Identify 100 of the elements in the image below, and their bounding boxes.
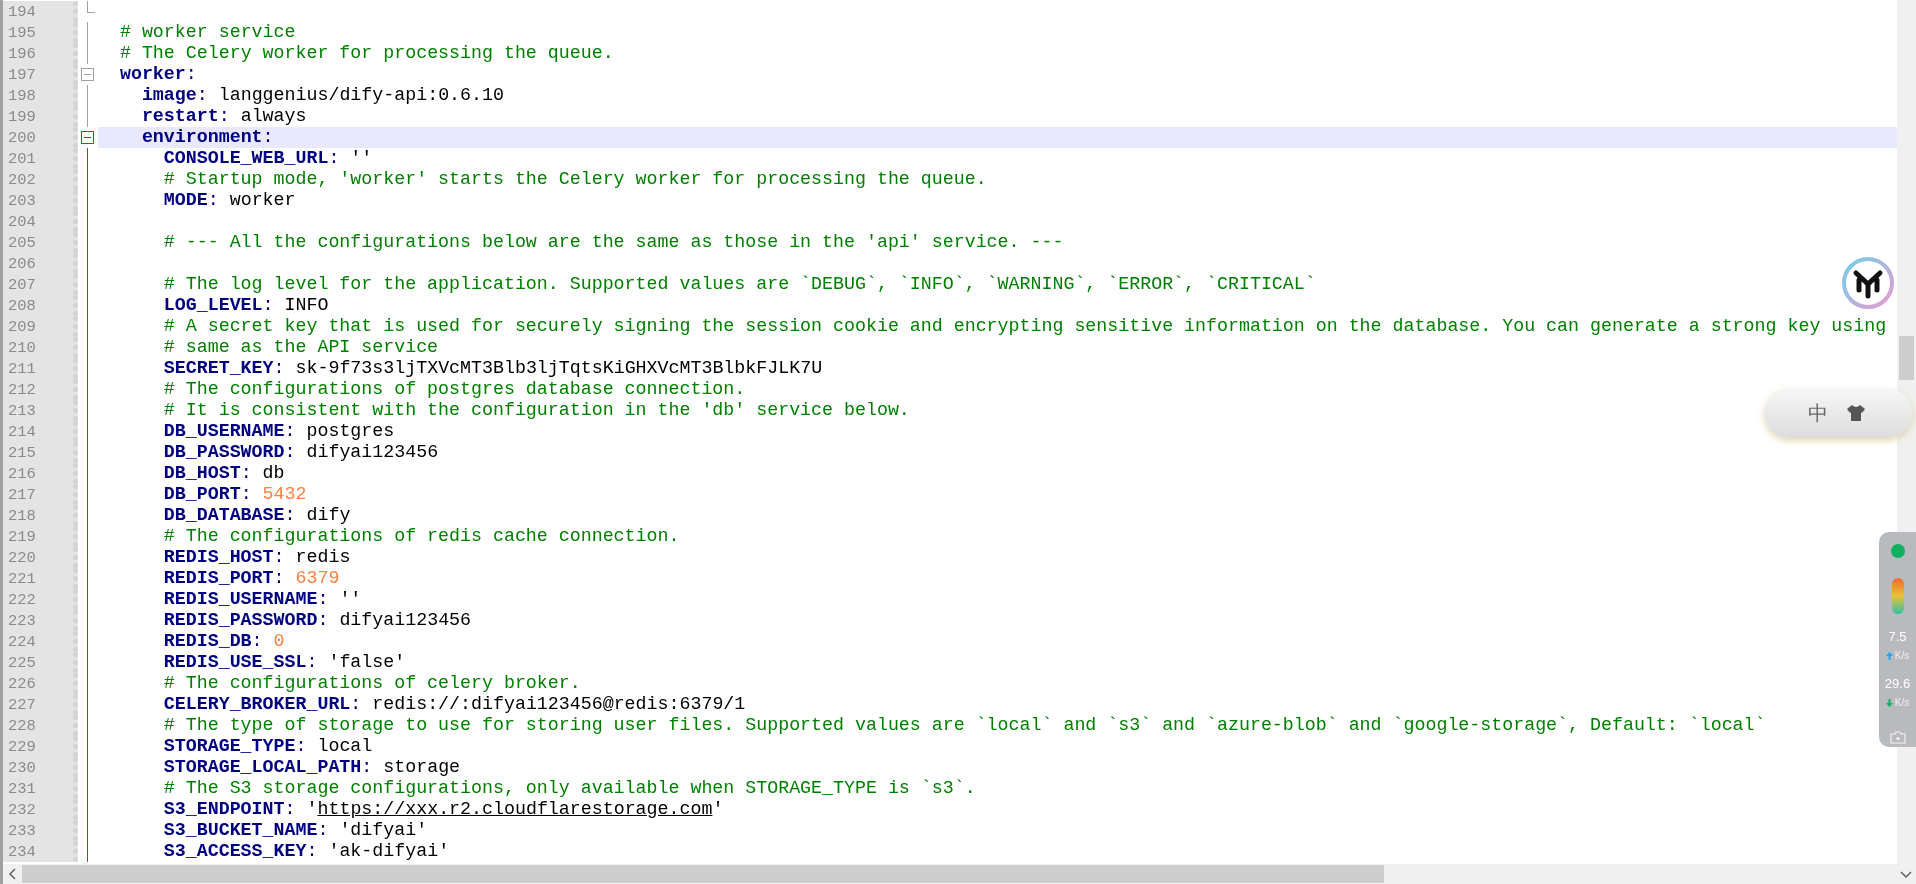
yaml-value: postgres [306, 421, 395, 441]
yaml-key: CELERY_BROKER_URL [163, 694, 351, 714]
colon: : [350, 694, 362, 714]
yaml-value: 'difyai' [339, 820, 428, 840]
colon: : [328, 148, 340, 168]
line-number: 212 [8, 380, 36, 399]
yaml-value: INFO [284, 295, 329, 315]
line-number: 222 [8, 590, 36, 609]
url-link[interactable]: https://xxx.r2.cloudflarestorage.com [317, 799, 713, 819]
collapse-marker-icon[interactable] [81, 68, 94, 81]
yaml-key: STORAGE_LOCAL_PATH [163, 757, 362, 777]
down-arrow-icon [1885, 698, 1893, 707]
code-comment: # --- All the configurations below are the same as those in the 'api' service. --- [163, 232, 1064, 252]
code-comment: # The type of storage to use for storing user files. Supported values are `local` and `s3` and `azure-blob` and `google-storage`, Default: `local` [163, 715, 1766, 735]
code-comment: # The S3 storage configurations, only available when STORAGE_TYPE is `s3`. [163, 778, 976, 798]
line-number: 199 [8, 107, 36, 126]
yaml-value: always [240, 106, 307, 126]
yaml-value: '' [350, 148, 373, 168]
colon: : [284, 799, 296, 819]
yaml-value: ' [306, 799, 318, 819]
line-number: 220 [8, 548, 36, 567]
line-number: 208 [8, 296, 36, 315]
colon: : [240, 484, 252, 504]
code-comment: # The log level for the application. Supported values are `DEBUG`, `INFO`, `WARNING`, `ERROR`, `CRITICAL` [163, 274, 1316, 294]
yaml-key: SECRET_KEY [163, 358, 274, 378]
yaml-key: REDIS_DB [163, 631, 252, 651]
code-comment: # The Celery worker for processing the queue. [119, 43, 614, 63]
line-number: 218 [8, 506, 36, 525]
yaml-key: REDIS_HOST [163, 547, 274, 567]
up-arrow-icon [1885, 651, 1893, 660]
yaml-value: langgenius/dify-api:0.6.10 [218, 85, 504, 105]
colon: : [262, 127, 274, 147]
code-comment: # The configurations of postgres database connection. [163, 379, 746, 399]
colon: : [273, 568, 285, 588]
colon: : [284, 421, 296, 441]
code-comment: # The configurations of redis cache connection. [163, 526, 680, 546]
colon: : [240, 463, 252, 483]
colon: : [317, 610, 329, 630]
yaml-value: redis [295, 547, 351, 567]
code-comment: # It is consistent with the configuration in the 'db' service below. [163, 400, 910, 420]
input-mode-label[interactable]: 中 [1808, 399, 1828, 427]
line-number: 221 [8, 569, 36, 588]
line-number: 233 [8, 821, 36, 840]
yaml-key: S3_BUCKET_NAME [163, 820, 318, 840]
yaml-key: REDIS_PORT [163, 568, 274, 588]
line-number: 216 [8, 464, 36, 483]
yaml-value: '' [339, 589, 362, 609]
code-comment: # worker service [119, 22, 296, 42]
line-number: 227 [8, 695, 36, 714]
assistant-logo-icon[interactable] [1841, 256, 1895, 310]
line-number: 198 [8, 86, 36, 105]
scrollbar-thumb[interactable] [22, 865, 1384, 883]
upload-speed: 7.5 [1888, 630, 1907, 644]
yaml-value: redis://:difyai123456@redis:6379/1 [372, 694, 746, 714]
colon: : [185, 64, 197, 84]
yaml-value: worker [229, 190, 296, 210]
yaml-value: dify [306, 505, 351, 525]
line-number: 213 [8, 401, 36, 420]
line-number: 197 [8, 65, 36, 84]
line-number: 232 [8, 800, 36, 819]
line-number: 204 [8, 212, 36, 231]
horizontal-scrollbar[interactable] [3, 864, 1916, 884]
code-comment: # A secret key that is used for securely signing the session cookie and encrypting sensitive information on the database. You can generate a strong key using [163, 316, 1887, 336]
yaml-value: local [317, 736, 373, 756]
colon: : [317, 820, 329, 840]
yaml-key: REDIS_PASSWORD [163, 610, 318, 630]
yaml-key: REDIS_USERNAME [163, 589, 318, 609]
yaml-number: 6379 [295, 568, 340, 588]
input-method-popup[interactable]: 中 [1764, 388, 1912, 438]
yaml-key: LOG_LEVEL [163, 295, 263, 315]
yaml-key: MODE [163, 190, 208, 210]
line-number: 230 [8, 758, 36, 777]
line-number: 224 [8, 632, 36, 651]
line-number: 209 [8, 317, 36, 336]
colon: : [295, 736, 307, 756]
yaml-value: 'ak-difyai' [328, 841, 450, 861]
line-number: 231 [8, 779, 36, 798]
load-gauge-icon [1891, 578, 1904, 614]
yaml-key: DB_DATABASE [163, 505, 285, 525]
collapse-marker-icon[interactable] [81, 131, 94, 144]
colon: : [306, 652, 318, 672]
colon: : [306, 841, 318, 861]
shirt-icon[interactable] [1846, 404, 1866, 422]
line-number: 211 [8, 359, 36, 378]
colon: : [196, 85, 208, 105]
colon: : [218, 106, 230, 126]
line-number: 217 [8, 485, 36, 504]
yaml-key: S3_ENDPOINT [163, 799, 285, 819]
yaml-value: db [262, 463, 285, 483]
line-number: 201 [8, 149, 36, 168]
line-number: 225 [8, 653, 36, 672]
yaml-key: image [141, 85, 197, 105]
yaml-key: DB_USERNAME [163, 421, 285, 441]
yaml-key: restart [141, 106, 219, 126]
line-number: 195 [8, 23, 36, 42]
yaml-key: environment [141, 127, 263, 147]
line-number: 210 [8, 338, 36, 357]
line-number: 219 [8, 527, 36, 546]
yaml-value: storage [383, 757, 461, 777]
scrollbar-thumb[interactable] [1899, 336, 1914, 380]
